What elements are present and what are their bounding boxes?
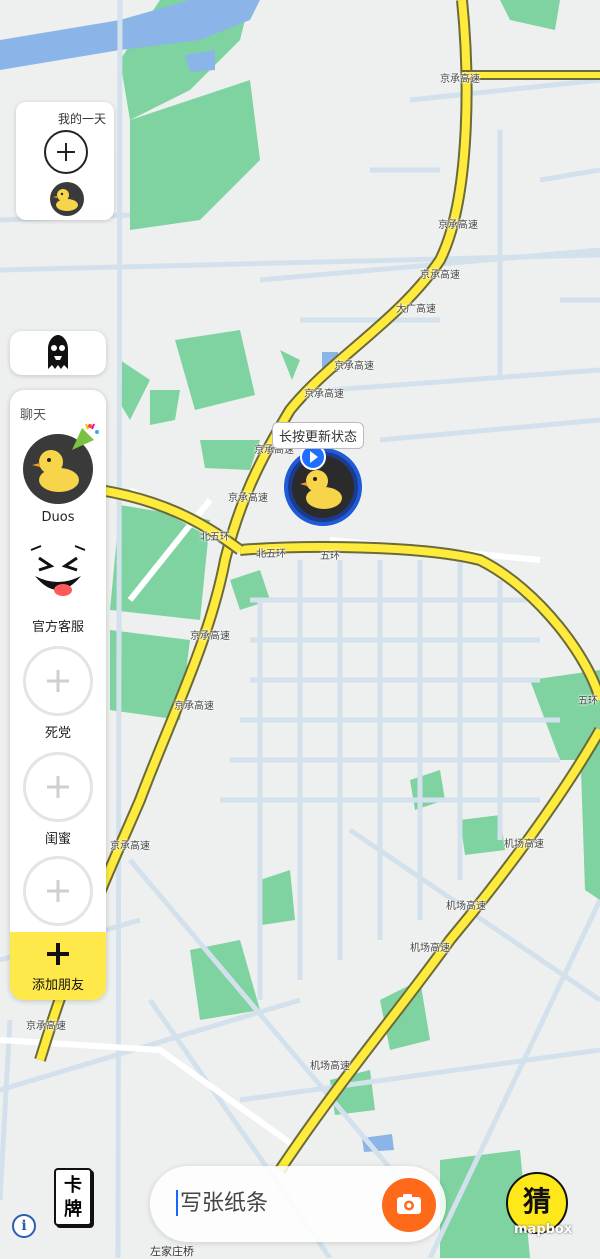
add-friend-label: 添加朋友 bbox=[31, 978, 84, 993]
road-label: 京承高速 bbox=[190, 631, 230, 642]
contact-label: 官方客服 bbox=[31, 620, 84, 635]
tongue-face-icon bbox=[23, 540, 93, 610]
ghost-icon bbox=[48, 335, 68, 369]
info-icon[interactable]: i bbox=[12, 1214, 36, 1238]
my-day-add-plus-icon[interactable] bbox=[44, 130, 88, 174]
text-caret bbox=[176, 1190, 178, 1216]
plus-icon bbox=[23, 646, 93, 716]
road-label: 京承高速 bbox=[26, 1021, 66, 1032]
contact-slot-girlfriend[interactable]: 闺蜜 bbox=[10, 752, 106, 852]
road-label: 京承高速 bbox=[438, 220, 478, 231]
contact-support[interactable]: 官方客服 bbox=[10, 540, 106, 640]
chat-title: 聊天 bbox=[20, 408, 47, 423]
road-label: 京承高速 bbox=[334, 361, 374, 372]
road-label: 大广高速 bbox=[396, 304, 436, 315]
contact-duos[interactable]: Duos bbox=[10, 423, 106, 534]
road-label: 京承高速 bbox=[304, 389, 344, 400]
place-label: 左家庄桥 bbox=[150, 1245, 194, 1258]
status-tooltip[interactable]: 长按更新状态 bbox=[272, 422, 365, 449]
ghost-mode-button[interactable] bbox=[10, 331, 106, 375]
road-label: 机场高速 bbox=[504, 839, 544, 850]
contact-label: 闺蜜 bbox=[44, 832, 71, 847]
road-label: 机场高速 bbox=[446, 901, 486, 912]
my-day-duck-avatar-icon[interactable] bbox=[50, 182, 84, 216]
plus-icon bbox=[46, 942, 70, 966]
note-placeholder: 写张纸条 bbox=[180, 1191, 269, 1216]
contact-slot-bestfriend[interactable]: 死党 bbox=[10, 646, 106, 746]
plus-icon bbox=[23, 752, 93, 822]
my-day-title: 我的一天 bbox=[58, 112, 107, 126]
party-popper-icon bbox=[72, 423, 99, 450]
road-label: 京承高速 bbox=[228, 493, 268, 504]
road-label: 京承高速 bbox=[440, 74, 480, 85]
camera-icon bbox=[397, 1194, 421, 1214]
road-label: 五环 bbox=[320, 551, 340, 562]
add-friend-button[interactable]: 添加朋友 bbox=[10, 932, 106, 1000]
road-label: 北五环 bbox=[256, 549, 286, 560]
road-label: 五环 bbox=[578, 696, 598, 707]
road-label: 北五环 bbox=[200, 532, 230, 543]
road-label: 机场高速 bbox=[310, 1061, 350, 1072]
contact-label: Duos bbox=[41, 510, 75, 525]
chat-panel: 聊天 Duos 官方客服 死党 闺蜜 添加朋友 bbox=[10, 390, 106, 1000]
mapbox-attribution: mapbox bbox=[514, 1222, 573, 1237]
camera-button[interactable] bbox=[382, 1178, 436, 1232]
plus-icon bbox=[23, 856, 93, 926]
road-label: 京承高速 bbox=[420, 270, 460, 281]
road-label: 京承高速 bbox=[174, 701, 214, 712]
road-label: 京承高速 bbox=[110, 841, 150, 852]
contact-label: 死党 bbox=[44, 726, 71, 741]
cards-button[interactable]: 卡牌 bbox=[54, 1168, 92, 1226]
road-label: 机场高速 bbox=[410, 943, 450, 954]
